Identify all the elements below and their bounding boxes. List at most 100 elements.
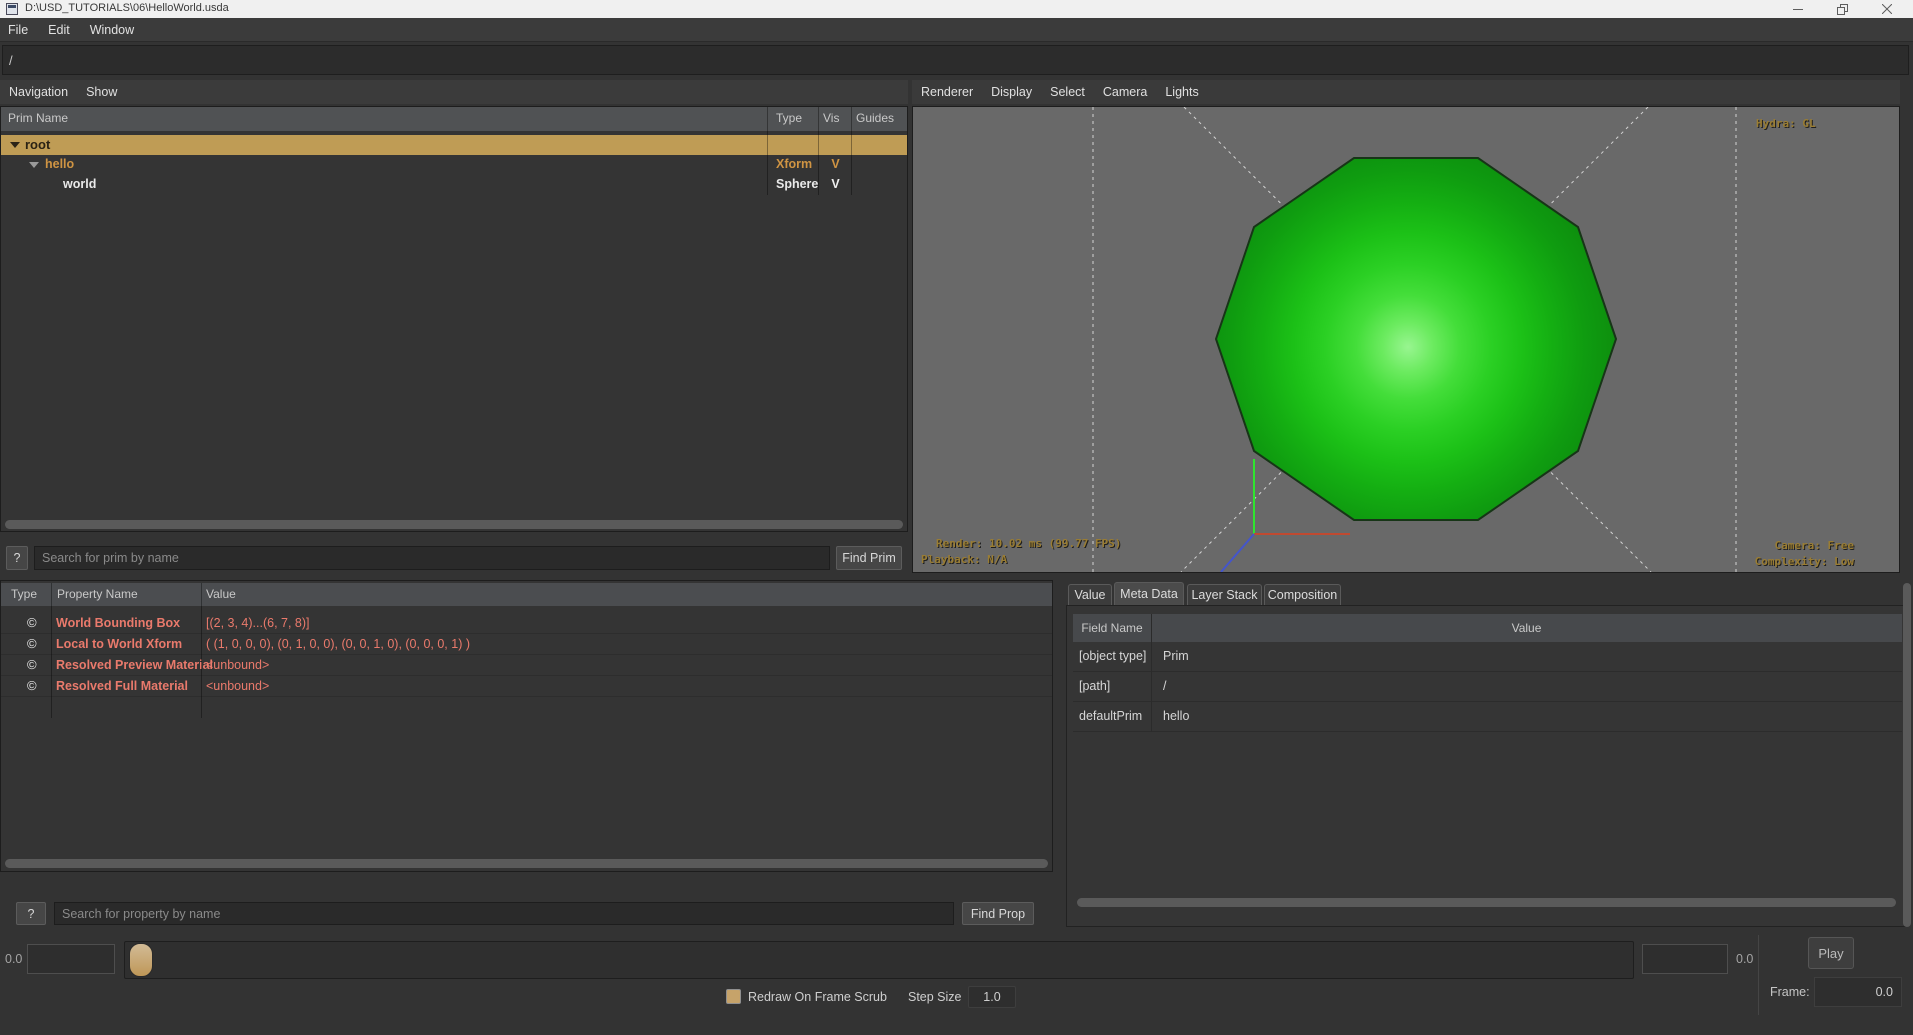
menu-navigation[interactable]: Navigation (0, 85, 77, 99)
tab-layer-stack[interactable]: Layer Stack (1187, 584, 1262, 605)
close-button[interactable] (1864, 0, 1910, 18)
prim-tree-header: Prim Name Type Vis Guides (1, 107, 907, 131)
restore-button[interactable] (1819, 0, 1865, 18)
col-vis: Vis (823, 111, 839, 125)
viewport-render (913, 107, 1899, 572)
frame-slider[interactable] (124, 941, 1634, 979)
app-icon (6, 3, 18, 15)
meta-table-header: Field Name Value (1073, 614, 1902, 642)
property-table: Type Property Name Value © World Boundin… (0, 580, 1053, 872)
hud-complexity: Complexity: Low (1755, 555, 1854, 568)
hud-camera: Camera: Free (1775, 539, 1854, 552)
property-search-input[interactable] (54, 902, 954, 925)
col-type: Type (776, 111, 802, 125)
menu-camera[interactable]: Camera (1094, 85, 1156, 99)
expander-down-icon[interactable] (10, 142, 20, 148)
computed-property-icon: © (27, 615, 37, 630)
col-value: Value (206, 587, 236, 601)
computed-property-icon: © (27, 657, 37, 672)
horizontal-scrollbar[interactable] (5, 859, 1048, 868)
prim-search-help-button[interactable]: ? (6, 546, 28, 570)
property-row[interactable]: © Resolved Preview Material <unbound> (1, 655, 1052, 676)
prim-name-label: hello (45, 157, 74, 171)
range-end-label: 0.0 (1736, 952, 1753, 966)
window-title: D:\USD_TUTORIALS\06\HelloWorld.usda (25, 2, 229, 14)
meta-row[interactable]: defaultPrim hello (1073, 702, 1902, 732)
property-name-label: Local to World Xform (56, 637, 182, 651)
tab-value[interactable]: Value (1068, 584, 1112, 605)
horizontal-scrollbar[interactable] (5, 520, 903, 529)
col-field-name: Field Name (1073, 621, 1151, 635)
property-row[interactable]: © Local to World Xform ( (1, 0, 0, 0), (… (1, 634, 1052, 655)
menu-window[interactable]: Window (80, 23, 144, 37)
prim-path-input[interactable] (2, 45, 1909, 75)
prim-search-input[interactable] (34, 546, 830, 570)
menu-file[interactable]: File (0, 23, 38, 37)
property-row[interactable]: © World Bounding Box [(2, 3, 4)...(6, 7,… (1, 613, 1052, 634)
property-value-label: ( (1, 0, 0, 0), (0, 1, 0, 0), (0, 0, 1, … (206, 637, 470, 651)
hud-renderer: Hydra: GL (1756, 117, 1816, 130)
path-bar (0, 42, 1913, 78)
vertical-scrollbar[interactable] (1903, 583, 1911, 927)
column-divider (767, 107, 768, 195)
close-icon (1882, 4, 1892, 14)
prim-name-label: world (63, 177, 96, 191)
col-type: Type (11, 587, 37, 601)
meta-row[interactable]: [path] / (1073, 672, 1902, 702)
col-value: Value (1151, 621, 1902, 635)
viewport-canvas[interactable]: Hydra: GL Render: 10.02 ms (99.77 FPS) P… (912, 106, 1900, 573)
redraw-checkbox[interactable] (726, 989, 741, 1004)
find-prim-button[interactable]: Find Prim (836, 546, 902, 570)
range-start-label: 0.0 (5, 952, 22, 966)
property-name-label: Resolved Preview Material (56, 658, 213, 672)
minimize-icon (1793, 4, 1803, 14)
computed-property-icon: © (27, 678, 37, 693)
property-value-label: <unbound> (206, 658, 269, 672)
prim-tree: Prim Name Type Vis Guides root hello Xfo… (0, 106, 908, 532)
hud-render-time: Render: 10.02 ms (99.77 FPS) (936, 537, 1121, 550)
range-end-input[interactable] (1642, 944, 1728, 974)
menu-show[interactable]: Show (77, 85, 126, 99)
tree-row-world[interactable]: world Sphere V (1, 175, 907, 195)
range-start-input[interactable] (27, 944, 115, 974)
divider (1758, 935, 1759, 1015)
tree-row-root[interactable]: root (1, 135, 907, 155)
tab-meta-data[interactable]: Meta Data (1114, 582, 1184, 605)
tab-composition[interactable]: Composition (1264, 584, 1341, 605)
menu-select[interactable]: Select (1041, 85, 1094, 99)
prim-name-label: root (25, 137, 50, 152)
tree-row-hello[interactable]: hello Xform V (1, 155, 907, 175)
menu-edit[interactable]: Edit (38, 23, 80, 37)
computed-property-icon: © (27, 636, 37, 651)
sphere-render[interactable] (1216, 158, 1616, 520)
col-property-name: Property Name (57, 587, 138, 601)
horizontal-scrollbar[interactable] (1077, 898, 1896, 907)
frame-slider-handle[interactable] (129, 943, 153, 977)
meta-value-label: / (1163, 679, 1166, 693)
expander-down-icon[interactable] (29, 162, 39, 168)
property-search-help-button[interactable]: ? (16, 902, 46, 925)
column-divider (51, 583, 52, 718)
step-size-input[interactable] (968, 986, 1016, 1008)
minimize-button[interactable] (1775, 0, 1821, 18)
col-guides: Guides (856, 111, 894, 125)
viewport-menu-row: Renderer Display Select Camera Lights (912, 80, 1900, 104)
column-divider (851, 107, 852, 195)
frame-label: Frame: (1770, 985, 1810, 999)
col-prim-name: Prim Name (8, 111, 68, 125)
meta-row[interactable]: [object type] Prim (1073, 642, 1902, 672)
play-button[interactable]: Play (1808, 937, 1854, 969)
menu-renderer[interactable]: Renderer (912, 85, 982, 99)
usdview-window: D:\USD_TUTORIALS\06\HelloWorld.usda File… (0, 0, 1913, 1035)
menu-lights[interactable]: Lights (1156, 85, 1207, 99)
prim-vis-label[interactable]: V (819, 157, 852, 171)
meta-data-panel: Field Name Value [object type] Prim [pat… (1066, 605, 1907, 927)
prim-vis-label[interactable]: V (819, 177, 852, 191)
frame-input[interactable] (1814, 977, 1902, 1007)
prim-type-label: Xform (776, 157, 812, 171)
menu-display[interactable]: Display (982, 85, 1041, 99)
hud-playback: Playback: N/A (921, 553, 1007, 566)
property-row[interactable]: © Resolved Full Material <unbound> (1, 676, 1052, 697)
find-prop-button[interactable]: Find Prop (962, 902, 1034, 925)
property-name-label: Resolved Full Material (56, 679, 188, 693)
